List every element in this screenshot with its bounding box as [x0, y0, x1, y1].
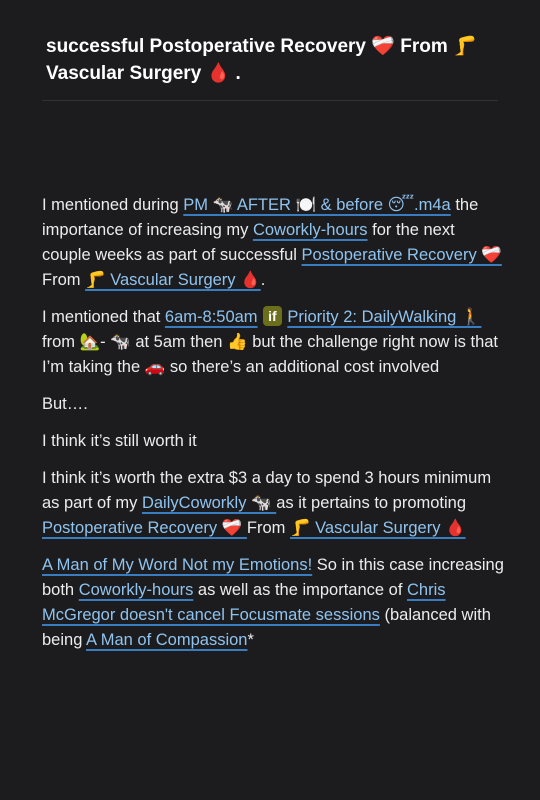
body-text: *	[247, 631, 254, 649]
title-divider	[42, 100, 498, 101]
link-coworkly-hours[interactable]: Coworkly-hours	[253, 221, 368, 239]
link-vascular-surgery[interactable]: 🦵 Vascular Surgery 🩸	[290, 519, 466, 537]
body-text: from 🏡- 🐄 at 5am then 👍 but the challeng…	[42, 333, 499, 376]
body-text: as it pertains to promoting	[276, 494, 467, 512]
body-text: From	[42, 271, 86, 289]
note-body: I mentioned during PM 🐄 AFTER 🍽️ & befor…	[42, 193, 504, 665]
body-text: I mentioned that	[42, 308, 165, 326]
note-title: successful Postoperative Recovery ❤️‍🩹 F…	[46, 33, 516, 87]
title-text: successful Postoperative Recovery	[46, 36, 372, 57]
blood-drop-icon: 🩸	[206, 62, 231, 84]
body-text: From	[246, 519, 290, 537]
paragraph-2: I mentioned that 6am-8:50am if Priority …	[42, 305, 504, 380]
link-postoperative-recovery[interactable]: Postoperative Recovery ❤️‍🩹	[42, 519, 247, 537]
paragraph-6: A Man of My Word Not my Emotions! So in …	[42, 553, 504, 653]
body-text: .	[260, 271, 266, 289]
link-daily-coworkly[interactable]: DailyCoworkly 🐄	[142, 494, 276, 512]
mending-heart-icon: ❤️‍🩹	[371, 35, 395, 57]
link-priority-2-daily-walking[interactable]: Priority 2: DailyWalking 🚶	[287, 308, 481, 326]
body-text: as well as the importance of	[193, 581, 408, 599]
leg-icon: 🦵	[453, 35, 477, 57]
note-page: successful Postoperative Recovery ❤️‍🩹 F…	[0, 0, 540, 800]
if-badge: if	[263, 306, 282, 326]
link-coworkly-hours[interactable]: Coworkly-hours	[79, 581, 194, 599]
link-6am-850am[interactable]: 6am-8:50am	[165, 308, 258, 326]
title-text: From	[394, 36, 453, 57]
body-text: I mentioned during	[42, 196, 184, 214]
title-text: .	[230, 63, 241, 84]
paragraph-1: I mentioned during PM 🐄 AFTER 🍽️ & befor…	[42, 193, 504, 293]
link-man-of-compassion[interactable]: A Man of Compassion	[86, 631, 247, 649]
paragraph-4: I think it’s still worth it	[42, 432, 197, 450]
link-pm-after-before-audio[interactable]: PM 🐄 AFTER 🍽️ & before 😴.m4a	[183, 196, 450, 214]
paragraph-3: But….	[42, 395, 88, 413]
link-vascular-surgery[interactable]: 🦵 Vascular Surgery 🩸	[85, 271, 261, 289]
link-man-of-my-word[interactable]: A Man of My Word Not my Emotions!	[42, 556, 312, 574]
title-text: Vascular Surgery	[46, 63, 207, 84]
paragraph-5: I think it’s worth the extra $3 a day to…	[42, 466, 504, 541]
link-postoperative-recovery[interactable]: Postoperative Recovery ❤️‍🩹	[302, 246, 502, 264]
